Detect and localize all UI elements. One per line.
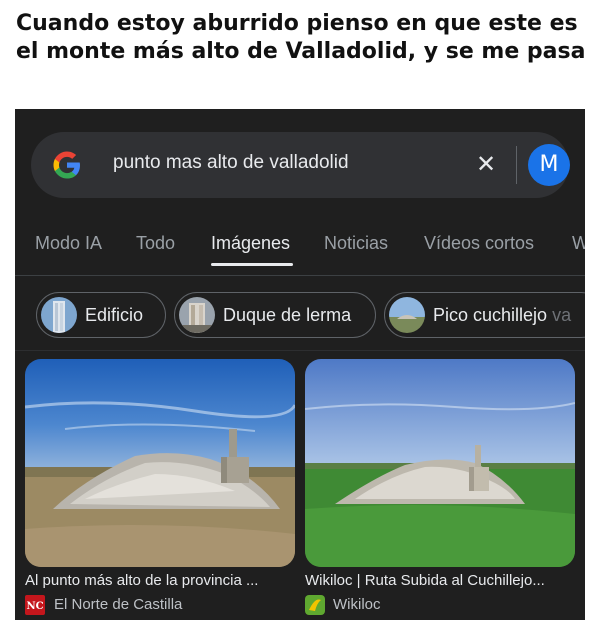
google-search-screenshot: punto mas alto de valladolid ✕ M Modo IA… bbox=[15, 109, 585, 620]
tabs-divider bbox=[15, 275, 585, 276]
cairn-green-field-photo-image bbox=[305, 359, 575, 567]
result-source-1[interactable]: El Norte de Castilla bbox=[54, 596, 182, 613]
el-norte-de-castilla-icon: NC bbox=[25, 595, 45, 615]
chip-label: Edificio bbox=[85, 305, 144, 325]
chip-pico-cuchillejo[interactable]: Pico cuchillejo va bbox=[384, 292, 585, 338]
active-tab-indicator bbox=[211, 263, 293, 266]
tab-todo[interactable]: Todo bbox=[136, 233, 175, 254]
result-image-1[interactable] bbox=[25, 359, 295, 567]
svg-text:NC: NC bbox=[26, 601, 43, 612]
chip-edificio[interactable]: Edificio bbox=[36, 292, 166, 338]
tab-modo-ia[interactable]: Modo IA bbox=[35, 233, 102, 254]
search-tabs: Modo IA Todo Imágenes Noticias Vídeos co… bbox=[15, 227, 585, 267]
clear-search-icon[interactable]: ✕ bbox=[471, 149, 501, 179]
google-logo-icon[interactable] bbox=[49, 147, 85, 183]
search-divider bbox=[516, 146, 517, 184]
chip-label: Pico cuchillejo va bbox=[433, 305, 572, 325]
chip-label: Duque de lerma bbox=[223, 305, 352, 325]
wikiloc-icon bbox=[305, 595, 325, 615]
tower-thumbnail-icon bbox=[179, 297, 215, 333]
chip-duque-de-lerma[interactable]: Duque de lerma bbox=[174, 292, 376, 338]
result-source-2[interactable]: Wikiloc bbox=[333, 596, 381, 613]
tab-noticias[interactable]: Noticias bbox=[324, 233, 388, 254]
chips-divider bbox=[15, 350, 585, 351]
result-title-1[interactable]: Al punto más alto de la provincia ... bbox=[25, 572, 258, 589]
result-image-2[interactable] bbox=[305, 359, 575, 567]
search-bar[interactable]: punto mas alto de valladolid ✕ M bbox=[31, 132, 570, 198]
tab-videos-cortos[interactable]: Vídeos cortos bbox=[424, 233, 534, 254]
landscape-thumbnail-icon bbox=[389, 297, 425, 333]
search-input[interactable]: punto mas alto de valladolid bbox=[113, 152, 349, 174]
meme-caption: Cuando estoy aburrido pienso en que este… bbox=[16, 11, 586, 64]
cairn-photo-image bbox=[25, 359, 295, 567]
tab-imagenes[interactable]: Imágenes bbox=[211, 233, 290, 254]
result-title-2[interactable]: Wikiloc | Ruta Subida al Cuchillejo... bbox=[305, 572, 545, 589]
tab-more[interactable]: W bbox=[572, 233, 585, 254]
account-avatar[interactable]: M bbox=[528, 144, 570, 186]
building-thumbnail-icon bbox=[41, 297, 77, 333]
